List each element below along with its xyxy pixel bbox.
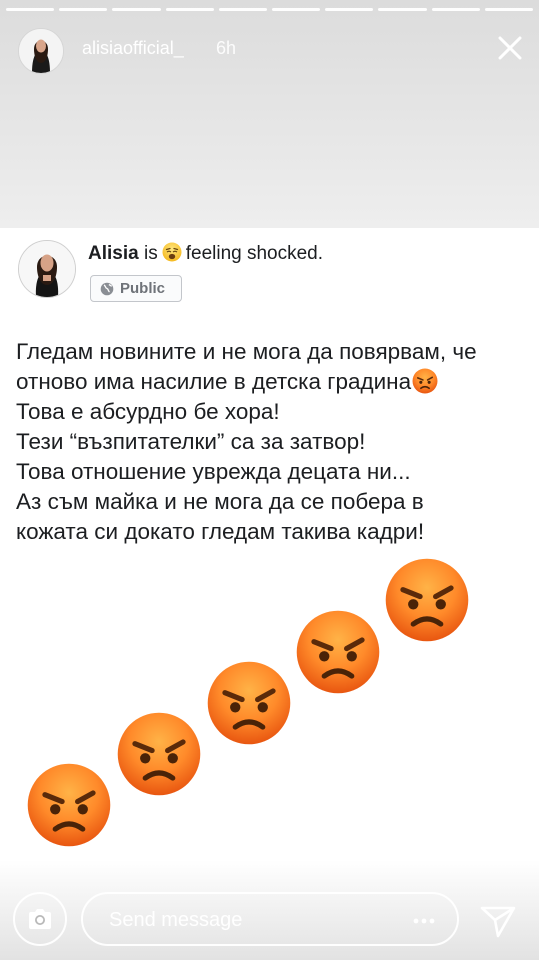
post-text-line-with-emoji: отново има насилие в детска градина xyxy=(16,367,536,397)
story-username[interactable]: alisiaofficial_ xyxy=(82,38,184,59)
camera-icon xyxy=(29,909,51,929)
post-text-line: кожата си докато гледам такива кадри! xyxy=(16,519,425,544)
post-author-avatar xyxy=(18,240,76,298)
close-icon[interactable] xyxy=(494,32,526,64)
privacy-label: Public xyxy=(120,280,166,297)
story-progress-segment xyxy=(484,8,534,11)
weary-face-emoji xyxy=(162,242,182,262)
story-time-ago: 6h xyxy=(216,38,237,58)
story-progress-segment xyxy=(272,8,321,11)
angry-face-emoji xyxy=(206,660,292,746)
story-progress-segment xyxy=(378,8,427,11)
post-text-line: Гледам новините и не мога да повярвам, ч… xyxy=(16,339,477,364)
post-feeling: feeling shocked. xyxy=(185,243,324,264)
send-message-input[interactable]: Send message xyxy=(81,892,459,946)
angry-face-emoji xyxy=(295,609,381,695)
story-progress-segment xyxy=(325,8,374,11)
story-screen: alisiaofficial_ 6h Alisia is feeling sho… xyxy=(0,0,539,960)
story-progress-bar xyxy=(6,8,534,11)
angry-face-emoji xyxy=(26,762,112,848)
story-progress-segment xyxy=(59,8,108,11)
globe-icon xyxy=(100,282,114,295)
story-avatar[interactable] xyxy=(18,28,64,74)
angry-face-emoji xyxy=(116,711,202,797)
post-connector: is xyxy=(143,243,158,264)
post-author-name: Alisia xyxy=(88,243,139,264)
angry-face-emoji xyxy=(384,557,470,643)
send-message-placeholder: Send message xyxy=(109,909,243,931)
privacy-badge: Public xyxy=(90,275,182,302)
story-progress-segment xyxy=(112,8,161,11)
story-progress-segment xyxy=(165,8,214,11)
more-icon[interactable] xyxy=(413,918,435,924)
story-progress-segment xyxy=(431,8,480,11)
story-header-background xyxy=(0,0,539,228)
post-text-line: Аз съм майка и не мога да се побера в xyxy=(16,489,424,514)
send-icon[interactable] xyxy=(478,900,518,940)
post-text-line: Това отношение уврежда децата ни... xyxy=(16,459,411,484)
angry-face-emoji xyxy=(412,368,438,394)
post-status-line: Alisia is feeling shocked. xyxy=(88,242,323,265)
post-body: Гледам новините и не мога да повярвам, ч… xyxy=(16,337,536,547)
story-progress-segment xyxy=(6,8,55,11)
story-progress-segment xyxy=(218,8,268,11)
post-text-line: Това е абсурдно бе хора! xyxy=(16,399,280,424)
profile-photo xyxy=(19,241,75,297)
post-text-line: отново има насилие в детска градина xyxy=(16,369,412,394)
post-text-line: Тези “възпитателки” са за затвор! xyxy=(16,429,366,454)
camera-button[interactable] xyxy=(13,892,67,946)
profile-photo xyxy=(19,29,63,73)
